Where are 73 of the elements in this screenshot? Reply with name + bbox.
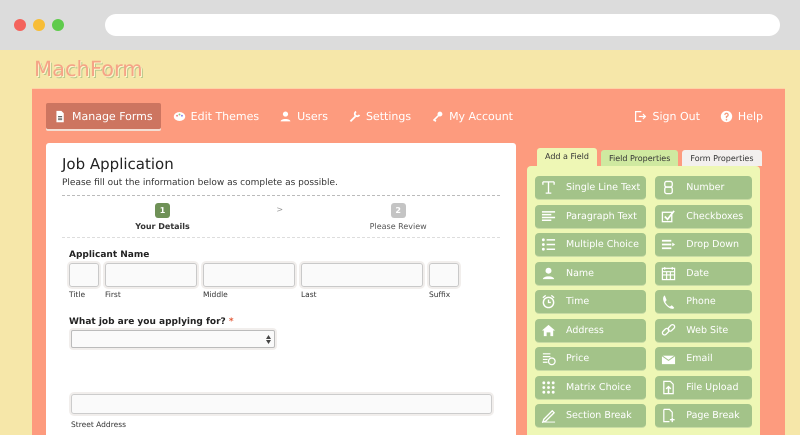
nav-link[interactable]: My Account [423,103,521,129]
add-field-button[interactable]: Matrix Choice [535,376,646,400]
key-icon [431,110,444,122]
step-separator: > [276,205,284,214]
add-field-button[interactable]: Price [535,347,646,371]
add-field-button[interactable]: Name [535,262,646,286]
nav-link[interactable]: Help [712,103,771,129]
name-input[interactable] [203,263,295,287]
nav-link[interactable]: Edit Themes [164,103,268,129]
select-arrows-icon [266,334,271,344]
nav-link[interactable]: Users [271,103,336,129]
add-field-button[interactable]: Time [535,290,646,314]
add-field-button[interactable]: Checkboxes [655,204,752,228]
nav-link[interactable]: Manage Forms [46,103,161,129]
panel-tab[interactable]: Field Properties [600,150,678,166]
step-label: Please Review [370,222,427,231]
sign-out-icon [634,110,648,122]
step-label: Your Details [135,222,190,231]
page-add-icon [661,408,676,423]
add-field-button[interactable]: File Upload [655,376,752,400]
link-icon [661,322,676,338]
name-input[interactable] [301,263,423,287]
add-field-button[interactable]: Email [655,347,752,371]
paragraph-icon [541,208,556,224]
file-upload-icon [661,380,676,394]
add-field-button[interactable]: Multiple Choice [535,233,646,257]
app-logo[interactable]: MachForm [0,50,800,88]
nav-link[interactable]: Sign Out [626,103,708,129]
name-input[interactable] [429,263,459,287]
name-input[interactable] [69,263,99,287]
add-field-button[interactable]: Address [535,318,646,342]
add-field-button[interactable]: Drop Down [655,233,752,257]
step-number: 2 [390,203,406,218]
nav-link[interactable]: Settings [340,103,420,129]
name-input[interactable] [105,263,197,287]
palette-icon [172,110,186,122]
minimize-window-dot[interactable] [33,19,45,31]
add-field-button[interactable]: Number [655,176,752,200]
form-description: Please fill out the information below as complete as possible. [62,178,500,196]
add-field-button[interactable]: Web Site [655,318,752,342]
text-icon [541,180,556,195]
dropdown-icon [661,237,676,252]
street-address-input[interactable] [71,394,492,414]
add-field-button[interactable]: Section Break [535,404,646,428]
add-field-button[interactable]: Date [655,262,752,286]
checkbox-icon [661,208,676,224]
pencil-icon [541,408,556,423]
user-icon [279,110,292,122]
dots-grid-icon [541,380,556,394]
job-select[interactable] [71,330,275,348]
list-icon [541,237,556,252]
form-title: Job Application [62,155,175,173]
panel-tab[interactable]: Add a Field [537,148,597,166]
step-number: 1 [155,203,170,218]
panel-tab[interactable]: Form Properties [682,150,762,166]
house-icon [541,322,556,338]
add-field-button[interactable]: Paragraph Text [535,204,646,228]
alarm-clock-icon [541,294,556,309]
maximize-window-dot[interactable] [52,19,64,31]
document-icon [54,110,67,122]
field-label: Applicant Name [69,250,150,260]
help-icon [720,110,733,122]
add-field-button[interactable]: Single Line Text [535,176,646,200]
wrench-icon [348,110,361,122]
user-icon [541,266,556,280]
price-icon [541,351,556,366]
calendar-icon [661,266,676,280]
phone-icon [661,294,676,309]
close-window-dot[interactable] [14,19,26,31]
add-field-button[interactable]: Page Break [655,404,752,428]
field-label: What job are you applying for? * [69,317,235,327]
add-field-button[interactable]: Phone [655,290,752,314]
address-bar[interactable] [105,14,780,36]
